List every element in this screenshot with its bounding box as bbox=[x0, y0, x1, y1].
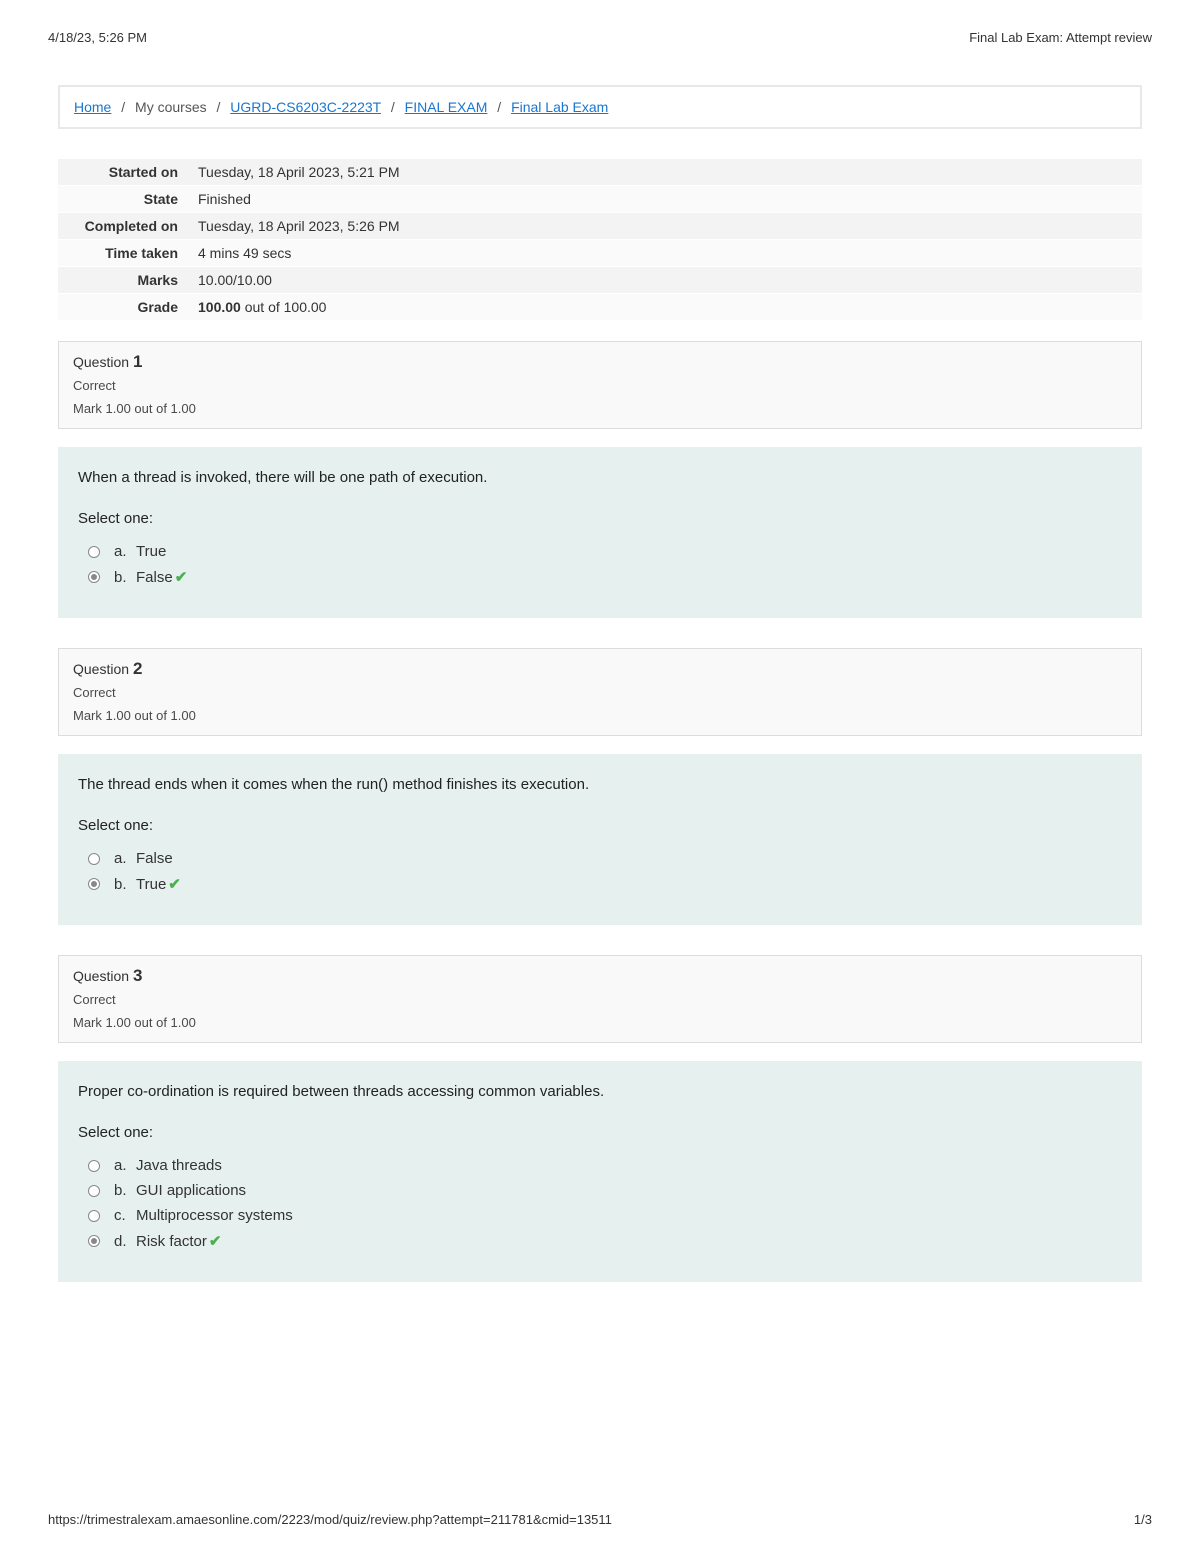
print-title: Final Lab Exam: Attempt review bbox=[969, 30, 1152, 45]
option-c[interactable]: c. Multiprocessor systems bbox=[78, 1203, 1122, 1228]
question-text: The thread ends when it comes when the r… bbox=[78, 776, 1122, 793]
radio-icon[interactable] bbox=[88, 853, 100, 865]
option-text: Risk factor bbox=[136, 1233, 207, 1250]
radio-icon[interactable] bbox=[88, 1235, 100, 1247]
radio-icon[interactable] bbox=[88, 1185, 100, 1197]
breadcrumb-activity[interactable]: Final Lab Exam bbox=[511, 99, 608, 115]
question-2: Question 2 Correct Mark 1.00 out of 1.00… bbox=[58, 648, 1142, 925]
time-taken-value: 4 mins 49 secs bbox=[188, 240, 1142, 267]
question-mark: Mark 1.00 out of 1.00 bbox=[73, 1015, 1127, 1030]
table-row: Grade 100.00 out of 100.00 bbox=[58, 294, 1142, 321]
breadcrumb-section[interactable]: FINAL EXAM bbox=[405, 99, 488, 115]
footer-url: https://trimestralexam.amaesonline.com/2… bbox=[48, 1512, 612, 1527]
completed-on-label: Completed on bbox=[58, 213, 188, 240]
select-one-label: Select one: bbox=[78, 510, 1122, 527]
question-header: Question 1 Correct Mark 1.00 out of 1.00 bbox=[58, 341, 1142, 429]
select-one-label: Select one: bbox=[78, 817, 1122, 834]
checkmark-icon: ✔ bbox=[175, 568, 188, 586]
option-text: GUI applications bbox=[136, 1182, 246, 1199]
question-mark: Mark 1.00 out of 1.00 bbox=[73, 401, 1127, 416]
started-on-label: Started on bbox=[58, 159, 188, 186]
option-letter: b. bbox=[114, 876, 136, 893]
question-header: Question 2 Correct Mark 1.00 out of 1.00 bbox=[58, 648, 1142, 736]
radio-icon[interactable] bbox=[88, 546, 100, 558]
option-a[interactable]: a. Java threads bbox=[78, 1153, 1122, 1178]
option-text: True bbox=[136, 543, 166, 560]
question-mark: Mark 1.00 out of 1.00 bbox=[73, 708, 1127, 723]
time-taken-label: Time taken bbox=[58, 240, 188, 267]
option-text: False bbox=[136, 850, 173, 867]
grade-suffix: out of 100.00 bbox=[241, 299, 327, 315]
option-text: True bbox=[136, 876, 166, 893]
option-letter: b. bbox=[114, 1182, 136, 1199]
option-b[interactable]: b. GUI applications bbox=[78, 1178, 1122, 1203]
option-a[interactable]: a. True bbox=[78, 539, 1122, 564]
breadcrumb-separator: / bbox=[217, 99, 221, 115]
breadcrumb-home[interactable]: Home bbox=[74, 99, 111, 115]
marks-value: 10.00/10.00 bbox=[188, 267, 1142, 294]
question-body: The thread ends when it comes when the r… bbox=[58, 754, 1142, 925]
option-d[interactable]: d. Risk factor ✔ bbox=[78, 1228, 1122, 1254]
breadcrumb-separator: / bbox=[497, 99, 501, 115]
question-body: When a thread is invoked, there will be … bbox=[58, 447, 1142, 618]
option-b[interactable]: b. False ✔ bbox=[78, 564, 1122, 590]
question-label: Question bbox=[73, 354, 133, 370]
checkmark-icon: ✔ bbox=[168, 875, 181, 893]
started-on-value: Tuesday, 18 April 2023, 5:21 PM bbox=[188, 159, 1142, 186]
table-row: Marks 10.00/10.00 bbox=[58, 267, 1142, 294]
grade-number: 100.00 bbox=[198, 299, 241, 315]
question-status: Correct bbox=[73, 992, 1127, 1007]
option-text: False bbox=[136, 569, 173, 586]
option-letter: b. bbox=[114, 569, 136, 586]
option-a[interactable]: a. False bbox=[78, 846, 1122, 871]
question-label: Question bbox=[73, 661, 133, 677]
breadcrumb-mycourses: My courses bbox=[135, 99, 207, 115]
question-3: Question 3 Correct Mark 1.00 out of 1.00… bbox=[58, 955, 1142, 1282]
completed-on-value: Tuesday, 18 April 2023, 5:26 PM bbox=[188, 213, 1142, 240]
option-text: Multiprocessor systems bbox=[136, 1207, 293, 1224]
option-letter: a. bbox=[114, 850, 136, 867]
question-body: Proper co-ordination is required between… bbox=[58, 1061, 1142, 1282]
option-letter: a. bbox=[114, 543, 136, 560]
question-number: 1 bbox=[133, 352, 142, 371]
footer-page: 1/3 bbox=[1134, 1512, 1152, 1527]
option-letter: c. bbox=[114, 1207, 136, 1224]
question-1: Question 1 Correct Mark 1.00 out of 1.00… bbox=[58, 341, 1142, 618]
marks-label: Marks bbox=[58, 267, 188, 294]
table-row: State Finished bbox=[58, 186, 1142, 213]
breadcrumb: Home / My courses / UGRD-CS6203C-2223T /… bbox=[58, 85, 1142, 129]
breadcrumb-separator: / bbox=[391, 99, 395, 115]
option-b[interactable]: b. True ✔ bbox=[78, 871, 1122, 897]
attempt-summary-table: Started on Tuesday, 18 April 2023, 5:21 … bbox=[58, 159, 1142, 321]
radio-icon[interactable] bbox=[88, 571, 100, 583]
question-status: Correct bbox=[73, 685, 1127, 700]
radio-icon[interactable] bbox=[88, 1160, 100, 1172]
question-text: Proper co-ordination is required between… bbox=[78, 1083, 1122, 1100]
question-status: Correct bbox=[73, 378, 1127, 393]
select-one-label: Select one: bbox=[78, 1124, 1122, 1141]
state-value: Finished bbox=[188, 186, 1142, 213]
question-label: Question bbox=[73, 968, 133, 984]
table-row: Started on Tuesday, 18 April 2023, 5:21 … bbox=[58, 159, 1142, 186]
option-letter: d. bbox=[114, 1233, 136, 1250]
option-letter: a. bbox=[114, 1157, 136, 1174]
question-number: 3 bbox=[133, 966, 142, 985]
grade-label: Grade bbox=[58, 294, 188, 321]
question-text: When a thread is invoked, there will be … bbox=[78, 469, 1122, 486]
state-label: State bbox=[58, 186, 188, 213]
checkmark-icon: ✔ bbox=[209, 1232, 222, 1250]
print-date: 4/18/23, 5:26 PM bbox=[48, 30, 147, 45]
radio-icon[interactable] bbox=[88, 1210, 100, 1222]
question-header: Question 3 Correct Mark 1.00 out of 1.00 bbox=[58, 955, 1142, 1043]
table-row: Time taken 4 mins 49 secs bbox=[58, 240, 1142, 267]
option-text: Java threads bbox=[136, 1157, 222, 1174]
radio-icon[interactable] bbox=[88, 878, 100, 890]
question-number: 2 bbox=[133, 659, 142, 678]
breadcrumb-separator: / bbox=[121, 99, 125, 115]
breadcrumb-course[interactable]: UGRD-CS6203C-2223T bbox=[230, 99, 381, 115]
table-row: Completed on Tuesday, 18 April 2023, 5:2… bbox=[58, 213, 1142, 240]
grade-value: 100.00 out of 100.00 bbox=[188, 294, 1142, 321]
